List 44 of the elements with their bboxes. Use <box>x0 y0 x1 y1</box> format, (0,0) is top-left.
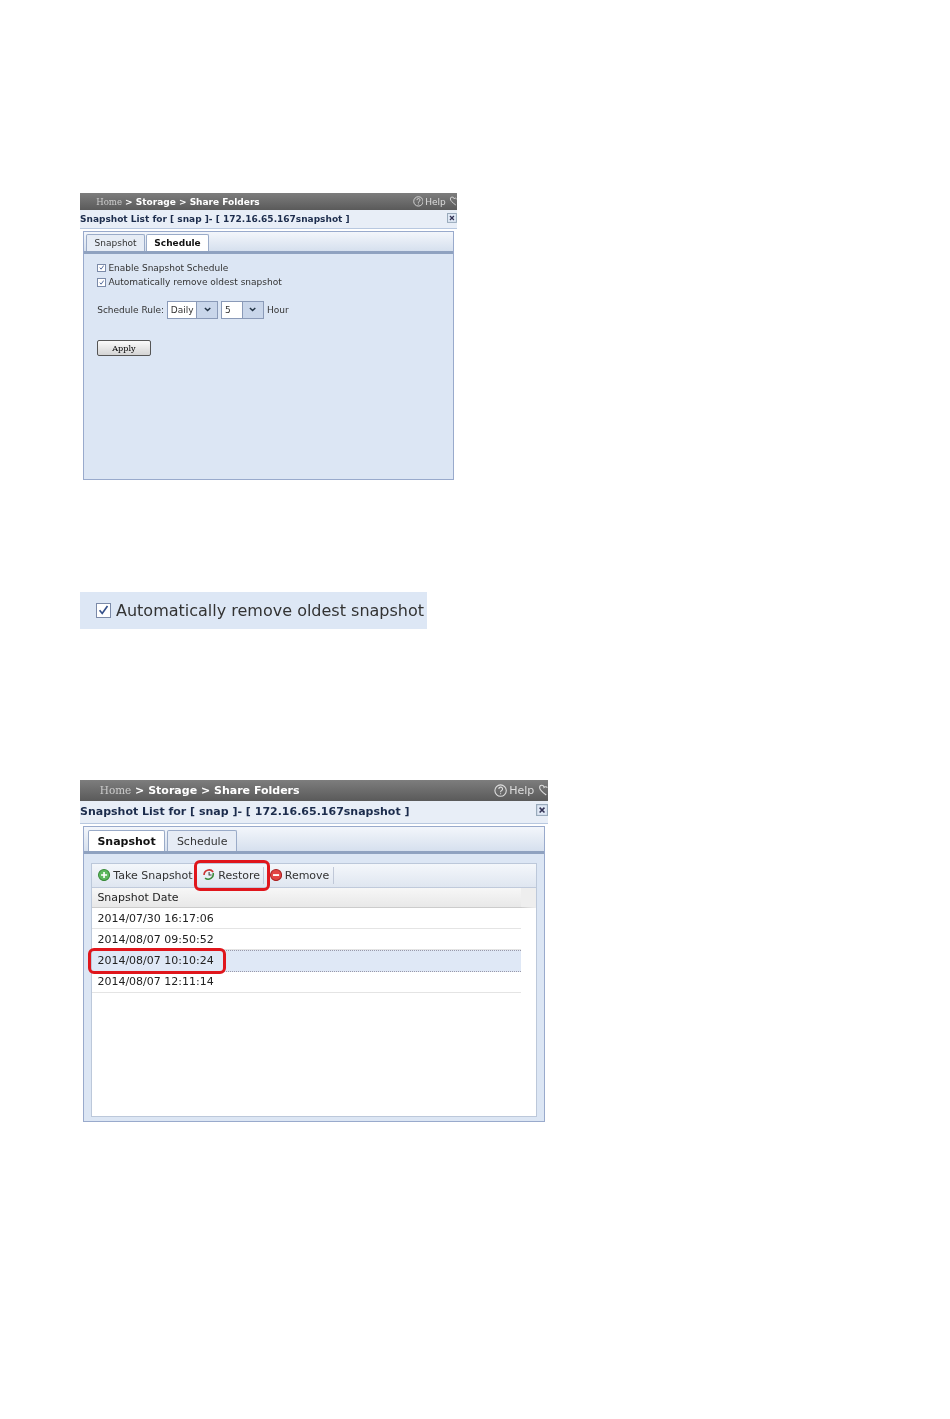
breadcrumb-link[interactable]: Home <box>96 196 122 207</box>
dropdown[interactable]: 5 <box>221 300 264 320</box>
checkbox-label: Automatically remove oldest snapshot <box>116 601 425 620</box>
toolbar-button[interactable]: Take Snapshot <box>95 866 197 884</box>
help-icon[interactable] <box>412 196 424 207</box>
toolbar-button[interactable]: Restore <box>199 866 265 884</box>
remove-icon <box>269 869 282 882</box>
help-link[interactable]: Help <box>425 196 446 207</box>
list-row[interactable]: 2014/07/30 16:17:06 <box>91 908 521 930</box>
checkbox[interactable] <box>97 263 106 273</box>
list-row[interactable]: 2014/08/07 12:11:14 <box>91 971 521 993</box>
breadcrumb-link[interactable]: Share Folders <box>189 196 260 207</box>
caret-icon <box>203 307 211 313</box>
tab[interactable]: Schedule <box>146 234 209 251</box>
list-row[interactable]: 2014/08/07 10:10:24 <box>91 949 521 972</box>
breadcrumb-separator: > <box>178 196 187 207</box>
dropdown[interactable]: Daily <box>167 300 219 320</box>
caret-icon <box>249 307 257 313</box>
checkbox-label: Enable Snapshot Schedule <box>108 262 229 273</box>
checkbox[interactable] <box>96 602 112 619</box>
breadcrumb-link[interactable]: Share Folders <box>214 783 300 797</box>
help-link[interactable]: Help <box>509 783 535 797</box>
clock-icon <box>202 869 216 882</box>
breadcrumb-link[interactable]: Storage <box>135 196 176 207</box>
add-icon <box>98 869 111 882</box>
tab[interactable]: Snapshot <box>86 234 145 251</box>
window-title: Snapshot List for [ snap ]- [ 172.16.65.167snapshot ] <box>80 805 411 819</box>
tab[interactable]: Snapshot <box>87 830 166 852</box>
breadcrumb-link[interactable]: Storage <box>148 783 198 797</box>
help-icon[interactable] <box>493 783 507 798</box>
apply-button[interactable]: Apply <box>97 339 151 356</box>
breadcrumb-separator: > <box>200 783 211 797</box>
tab[interactable]: Schedule <box>167 830 238 852</box>
unit-label: Hour <box>266 304 289 315</box>
checkbox-label: Automatically remove oldest snapshot <box>108 277 282 288</box>
toolbar-button[interactable]: Remove <box>266 866 334 884</box>
window-title: Snapshot List for [ snap ]- [ 172.16.65.167snapshot ] <box>80 214 351 225</box>
close-icon[interactable] <box>535 804 548 817</box>
breadcrumb-separator: > <box>135 783 145 797</box>
breadcrumb-separator: > <box>125 196 133 207</box>
list-row[interactable]: 2014/08/07 09:50:52 <box>91 929 521 950</box>
close-icon[interactable] <box>447 213 457 224</box>
checkbox[interactable] <box>97 278 106 287</box>
field-label: Schedule Rule: <box>97 304 165 315</box>
